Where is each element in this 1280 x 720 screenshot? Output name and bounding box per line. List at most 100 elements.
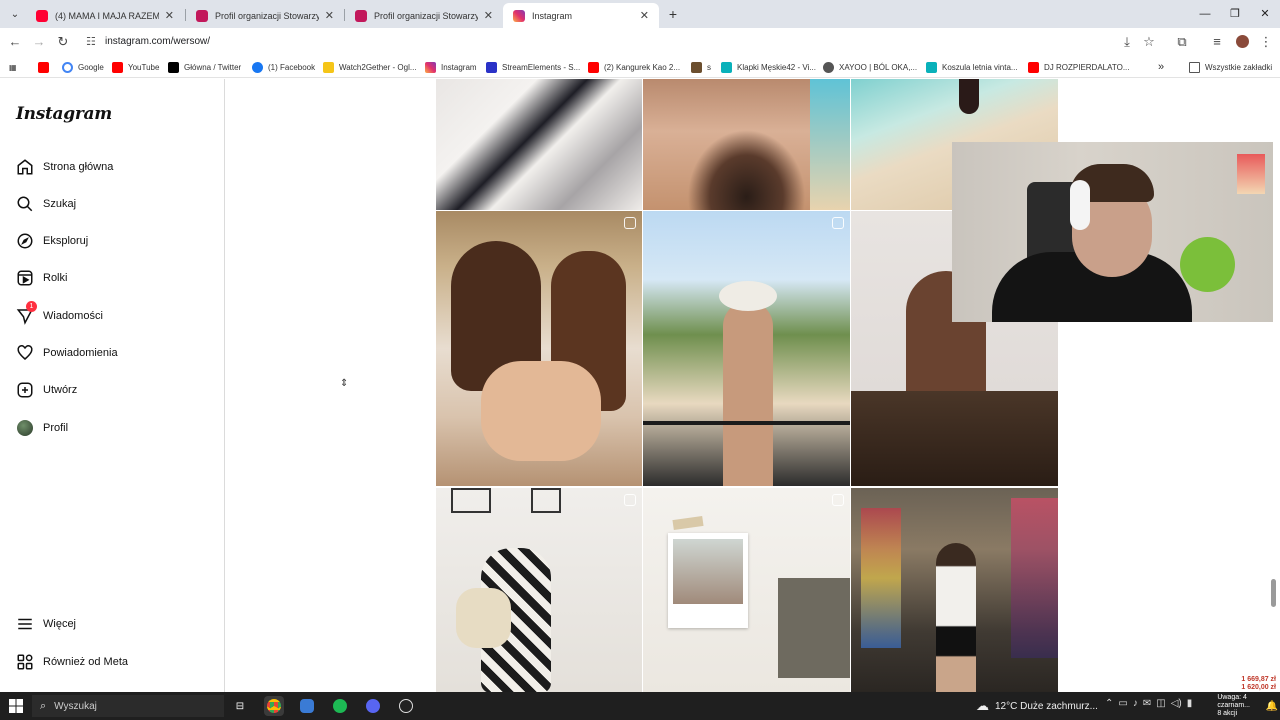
bookmark-item[interactable]: Główna / Twitter	[168, 60, 241, 74]
bookmark-label: XAYOO | BÓL OKA,...	[839, 62, 918, 72]
weather-widget[interactable]: ☁ 12°C Duże zachmurz...	[976, 698, 1098, 714]
post-thumbnail[interactable]	[643, 488, 850, 693]
all-bookmarks-folder[interactable]: Wszystkie zakładki	[1189, 60, 1272, 74]
bookmark-star-icon[interactable]: ☆	[1139, 32, 1159, 52]
obs-icon[interactable]	[396, 696, 416, 716]
tab-title: Profil organizacji Stowarzyszenia	[215, 10, 319, 21]
bookmark-item[interactable]: StreamElements - S...	[486, 60, 580, 74]
taskbar-notification-text[interactable]: Uwaga: 4 czarnam... 8 akcji	[1217, 694, 1250, 718]
post-thumbnail[interactable]	[436, 79, 642, 210]
bookmark-item[interactable]: Instagram	[425, 60, 477, 74]
reload-icon[interactable]: ↻	[53, 32, 73, 52]
profile-avatar-icon[interactable]	[1232, 32, 1252, 52]
price-line: 1 669,87 zł	[1241, 676, 1276, 683]
search-icon: ⌕	[40, 699, 47, 712]
bookmark-item[interactable]: Klapki Męskie42 - Vi...	[721, 60, 816, 74]
close-icon[interactable]: ✕	[640, 9, 649, 22]
microphone-icon[interactable]: ♪	[1133, 698, 1138, 709]
minimize-icon[interactable]: —	[1195, 4, 1215, 24]
avatar-icon	[16, 419, 34, 437]
tab-2[interactable]: Profil organizacji Stowarzyszenia ✕	[186, 3, 344, 28]
nav-home[interactable]: Strona główna	[16, 155, 113, 179]
reel-indicator-icon	[624, 494, 636, 506]
battery-icon[interactable]: ▮	[1187, 698, 1193, 709]
streamelements-icon	[486, 61, 497, 73]
nav-profile[interactable]: Profil	[16, 416, 68, 440]
close-icon[interactable]: ✕	[325, 9, 334, 22]
window-close-icon[interactable]: ✕	[1255, 4, 1275, 24]
bookmark-item[interactable]: (2) Kangurek Kao 2...	[588, 60, 680, 74]
taskbar-search[interactable]: ⌕ Wyszukaj	[32, 695, 224, 717]
folder-icon	[1189, 61, 1200, 73]
windows-start-icon[interactable]	[9, 699, 23, 713]
nav-search[interactable]: Szukaj	[16, 192, 76, 216]
url-text[interactable]: instagram.com/wersow/	[105, 36, 210, 47]
browser-menu-icon[interactable]: ⋮	[1256, 32, 1276, 52]
post-thumbnail[interactable]	[436, 488, 642, 693]
post-thumbnail[interactable]	[643, 79, 850, 210]
bookmark-item[interactable]: Watch2Gether - Ogl...	[323, 60, 417, 74]
nav-more[interactable]: Więcej	[16, 612, 76, 636]
tab-instagram[interactable]: Instagram ✕	[503, 3, 659, 28]
address-bar[interactable]: ☷ instagram.com/wersow/	[80, 31, 1165, 53]
webcam-headphones	[1070, 180, 1090, 230]
network-icon[interactable]: ◫	[1156, 698, 1165, 709]
bookmark-item[interactable]: Google	[62, 60, 104, 74]
tab-1[interactable]: (4) MAMA I MAJA RAZEM W KUCHNI ✕	[26, 3, 184, 28]
bookmark-item[interactable]	[38, 60, 54, 74]
bookmark-label: YouTube	[128, 62, 160, 72]
post-thumbnail[interactable]	[851, 488, 1058, 693]
post-thumbnail[interactable]	[643, 211, 850, 486]
more-bookmarks-button[interactable]: »	[1158, 60, 1164, 74]
spotify-icon[interactable]	[330, 696, 350, 716]
bookmark-item[interactable]: DJ ROZPIERDALATO...	[1028, 60, 1130, 74]
post-billboard	[1011, 498, 1058, 658]
chrome-icon[interactable]	[264, 696, 284, 716]
notification-bell-icon[interactable]: 🔔	[1262, 696, 1280, 716]
autoscroll-cursor-icon: ⇕	[340, 378, 349, 389]
nav-messages[interactable]: 1 Wiadomości	[16, 301, 103, 328]
bookmark-item[interactable]: (1) Facebook	[252, 60, 315, 74]
bookmark-item[interactable]: YouTube	[112, 60, 159, 74]
bookmark-item[interactable]: XAYOO | BÓL OKA,...	[823, 60, 917, 74]
media-controls-icon[interactable]: ≡	[1207, 32, 1227, 52]
install-app-icon[interactable]: ⤓	[1117, 32, 1137, 52]
nav-label: Profil	[43, 422, 69, 434]
discord-icon[interactable]	[363, 696, 383, 716]
apps-grid-icon[interactable]: ▦	[9, 60, 17, 74]
instagram-logo[interactable]: Instagram	[16, 104, 112, 124]
minecraft-icon	[691, 61, 702, 73]
nav-explore[interactable]: Eksploruj	[16, 229, 88, 253]
bookmark-item[interactable]: s	[691, 60, 711, 74]
watch2gether-icon	[323, 61, 334, 73]
post-thumbnail[interactable]	[436, 211, 642, 486]
tab-3[interactable]: Profil organizacji Stowarzyszenia ✕	[345, 3, 503, 28]
nav-notifications[interactable]: Powiadomienia	[16, 341, 118, 365]
carousel-indicator-icon	[832, 217, 844, 229]
nav-reels[interactable]: Rolki	[16, 266, 67, 290]
task-view-icon[interactable]: ⊟	[230, 696, 250, 716]
tab-search-button[interactable]: ⌄	[6, 5, 24, 23]
post-figure	[481, 361, 601, 461]
new-tab-button[interactable]: +	[664, 5, 682, 23]
post-figure	[936, 543, 976, 693]
forward-icon[interactable]: →	[29, 32, 49, 52]
chevron-up-icon[interactable]: ⌃	[1105, 698, 1113, 709]
nav-also-from-meta[interactable]: Również od Meta	[16, 650, 128, 674]
page-scrollbar-thumb[interactable]	[1271, 579, 1276, 607]
extensions-icon[interactable]: ⧉	[1172, 32, 1192, 52]
site-info-icon[interactable]: ☷	[86, 35, 96, 48]
volume-icon[interactable]: ◁)	[1171, 698, 1182, 709]
nav-create[interactable]: Utwórz	[16, 378, 77, 402]
back-icon[interactable]: ←	[5, 32, 25, 52]
close-icon[interactable]: ✕	[165, 9, 174, 22]
restore-icon[interactable]: ❐	[1225, 4, 1245, 24]
display-icon[interactable]: ▭	[1118, 698, 1127, 709]
bookmark-item[interactable]: Koszula letnia vinta...	[926, 60, 1018, 74]
instagram-icon	[425, 61, 436, 73]
youtube-icon	[112, 61, 123, 73]
bookmark-label: DJ ROZPIERDALATO...	[1044, 62, 1130, 72]
mail-icon[interactable]: ✉	[1143, 698, 1151, 709]
close-icon[interactable]: ✕	[484, 9, 493, 22]
edge-icon[interactable]	[297, 696, 317, 716]
